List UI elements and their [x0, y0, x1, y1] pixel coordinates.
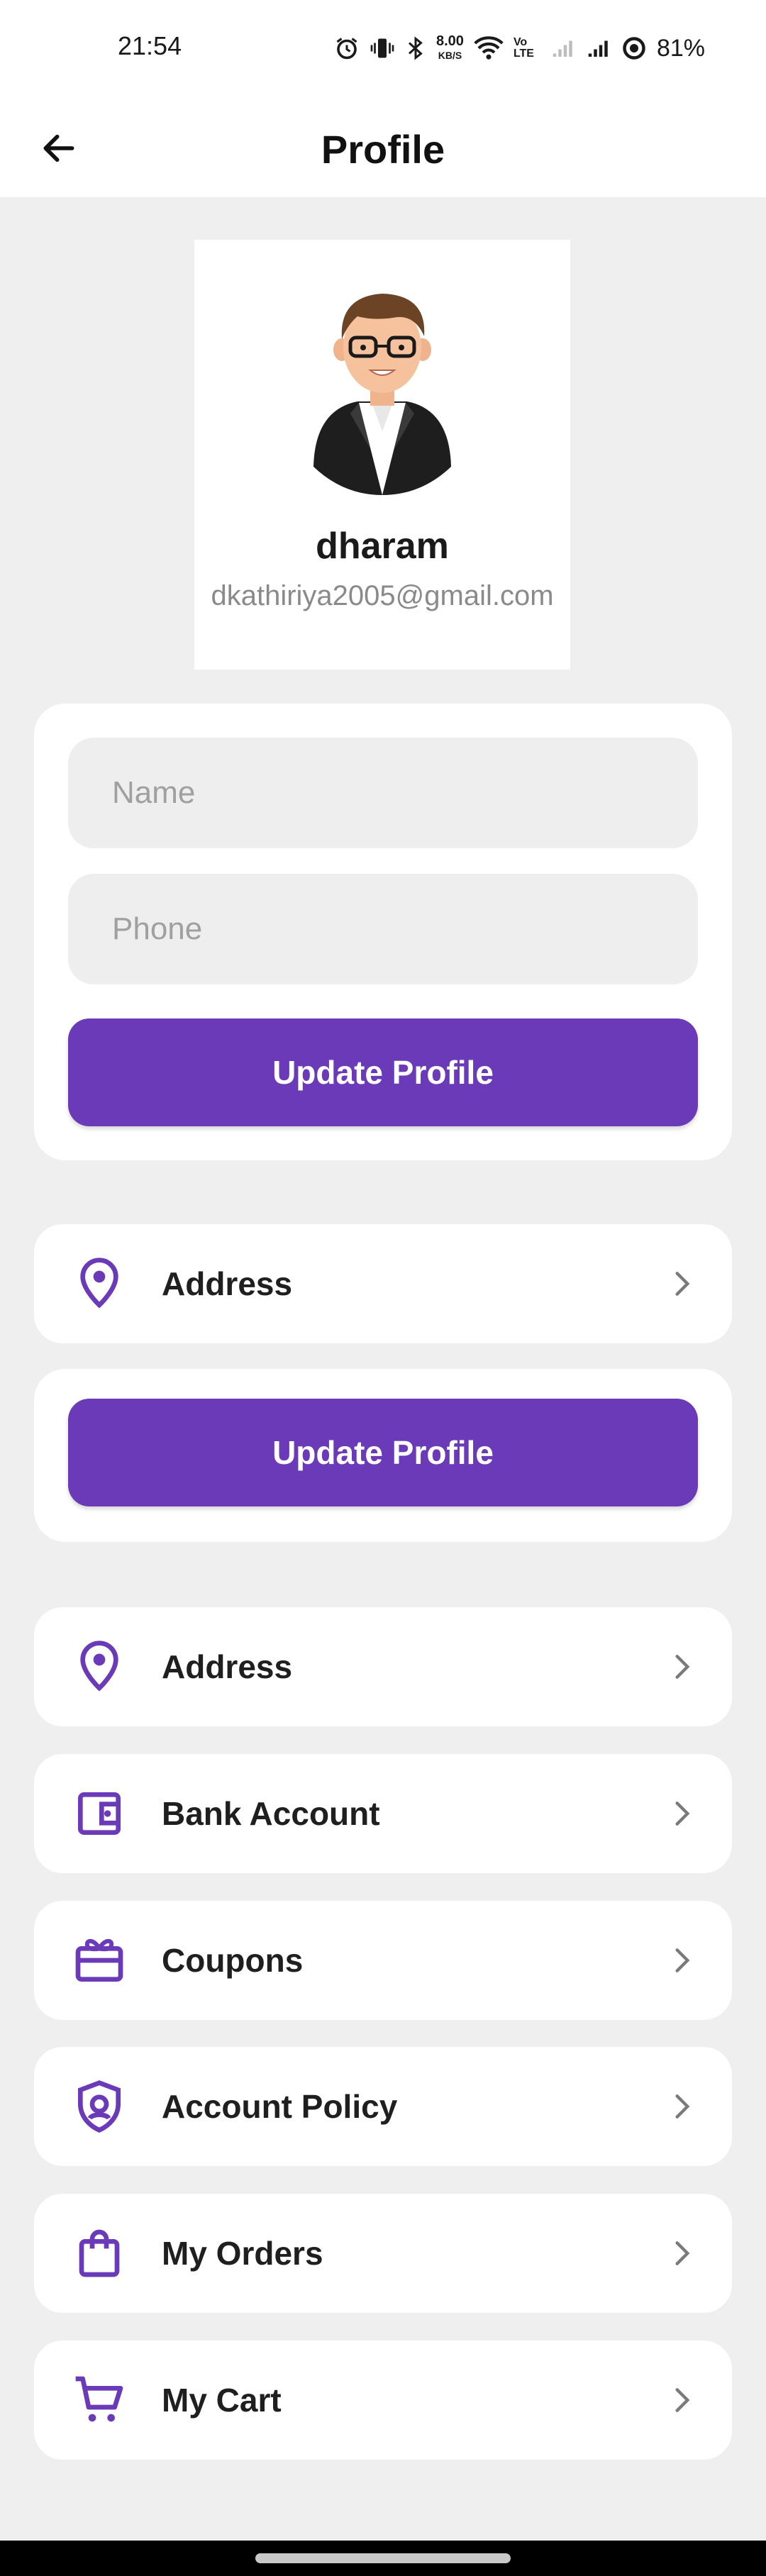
update-profile-button-2[interactable]: Update Profile [68, 1399, 698, 1506]
menu-item-my-cart[interactable]: My Cart [34, 2341, 732, 2460]
menu-item-label: Coupons [162, 1942, 304, 1979]
chevron-right-icon [675, 1655, 690, 1679]
chevron-right-icon [675, 1948, 690, 1972]
menu-item-address[interactable]: Address [34, 1607, 732, 1726]
profile-email: dkathiriya2005@gmail.com [211, 580, 554, 611]
menu-item-label: My Cart [162, 2382, 282, 2419]
menu-item-my-orders[interactable]: My Orders [34, 2194, 732, 2313]
chevron-right-icon [675, 2094, 690, 2119]
name-input[interactable] [68, 738, 698, 848]
wifi-icon [474, 36, 504, 60]
net-speed-unit: KB/S [438, 50, 462, 61]
app-bar: Profile [0, 99, 766, 197]
net-speed: 8.00 KB/S [436, 34, 464, 62]
phone-input[interactable] [68, 874, 698, 984]
status-bar: 21:54 8.00 KB/S Vo LTE 81% [0, 0, 766, 99]
page-title: Profile [321, 127, 445, 172]
menu-item-label: Address [162, 1648, 293, 1685]
signal-icon [588, 40, 608, 57]
menu-item-account-policy[interactable]: Account Policy [34, 2047, 732, 2166]
menu-item-label: Bank Account [162, 1795, 380, 1832]
system-nav-bar [0, 2541, 766, 2576]
chevron-right-icon [675, 1801, 690, 1826]
volte-label: Vo LTE [513, 36, 534, 60]
cart-icon [75, 2376, 123, 2422]
menu-item-bank-account[interactable]: Bank Account [34, 1754, 732, 1873]
address-row-label: Address [162, 1265, 293, 1302]
home-gesture-handle[interactable] [255, 2553, 511, 2563]
address-update-card: Update Profile [34, 1369, 732, 1542]
shield-icon [78, 2080, 121, 2133]
gift-card-icon [75, 1938, 123, 1982]
signal-weak-icon [553, 40, 572, 57]
profile-form-card: Update Profile [34, 704, 732, 1160]
status-icons: 8.00 KB/S Vo LTE 81% [334, 31, 705, 65]
chevron-right-icon [675, 1272, 690, 1296]
profile-name: dharam [316, 526, 449, 567]
vibrate-icon [370, 38, 394, 58]
chevron-right-icon [675, 2388, 690, 2412]
profile-header: dharam dkathiriya2005@gmail.com [194, 240, 570, 670]
chevron-right-icon [675, 2241, 690, 2265]
address-row[interactable]: Address [34, 1224, 732, 1343]
battery-icon [623, 37, 645, 60]
net-speed-value: 8.00 [436, 33, 464, 49]
wallet-icon [78, 1792, 121, 1835]
menu-item-label: My Orders [162, 2235, 323, 2272]
battery-percent: 81% [656, 34, 705, 62]
menu-item-label: Account Policy [162, 2088, 398, 2125]
menu-item-coupons[interactable]: Coupons [34, 1901, 732, 2020]
status-time: 21:54 [118, 31, 182, 60]
location-pin-icon [80, 1258, 118, 1309]
bluetooth-icon [408, 36, 423, 60]
update-profile-button[interactable]: Update Profile [68, 1018, 698, 1126]
avatar [313, 294, 451, 495]
location-pin-icon [80, 1640, 118, 1692]
alarm-icon [336, 38, 357, 60]
shopping-bag-icon [79, 2229, 120, 2277]
